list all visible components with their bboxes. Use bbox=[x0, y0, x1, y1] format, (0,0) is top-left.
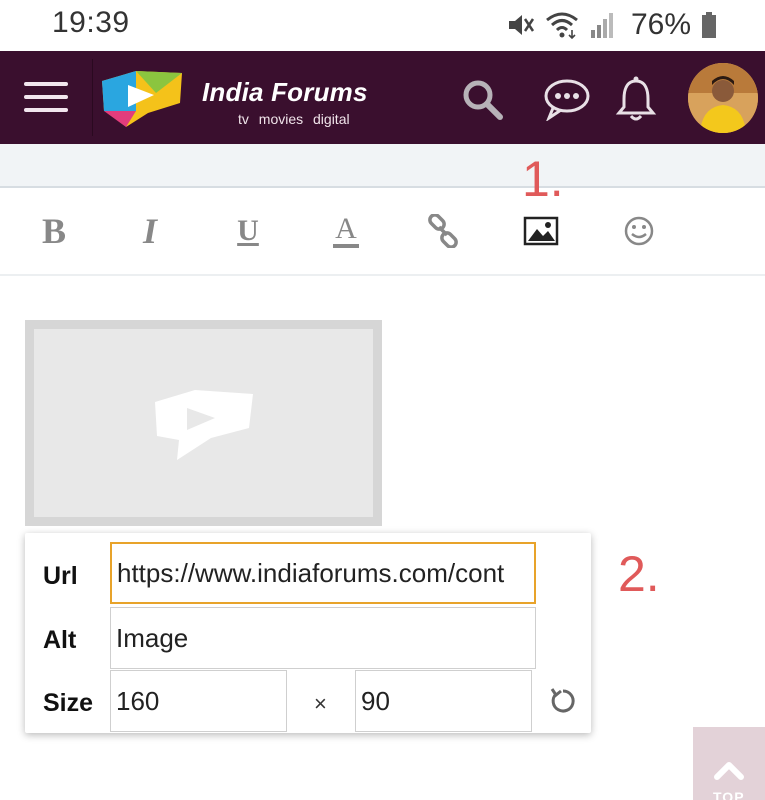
annotation-step-2: 2. bbox=[618, 546, 660, 602]
font-color-glyph: A bbox=[333, 214, 359, 248]
chat-icon[interactable] bbox=[543, 75, 591, 123]
chevron-up-icon bbox=[714, 762, 744, 780]
bell-icon[interactable] bbox=[612, 75, 660, 123]
signal-icon bbox=[589, 10, 615, 40]
link-button[interactable] bbox=[420, 208, 466, 254]
italic-button[interactable]: I bbox=[127, 208, 173, 254]
app-header: India Forums tv movies digital bbox=[0, 51, 765, 144]
height-input[interactable]: 90 bbox=[355, 670, 532, 732]
avatar[interactable] bbox=[688, 63, 758, 133]
inserted-image-placeholder[interactable] bbox=[25, 320, 382, 526]
link-icon bbox=[428, 214, 458, 248]
url-input[interactable]: https://www.indiaforums.com/cont bbox=[110, 542, 536, 604]
search-icon[interactable] bbox=[458, 75, 506, 123]
mute-icon bbox=[505, 10, 535, 40]
logo-placeholder-icon bbox=[154, 390, 253, 460]
image-placeholder-inner bbox=[34, 329, 373, 517]
wifi-icon bbox=[545, 10, 579, 40]
image-icon bbox=[523, 216, 559, 246]
menu-icon[interactable] bbox=[24, 75, 68, 119]
brand-title: India Forums bbox=[202, 77, 368, 107]
status-bar: 19:39 76% bbox=[0, 0, 765, 51]
size-times: × bbox=[314, 691, 327, 716]
image-button[interactable] bbox=[518, 208, 564, 254]
bold-button[interactable]: B bbox=[31, 208, 77, 254]
india-forums-logo[interactable] bbox=[96, 65, 186, 131]
scroll-top-label: TOP bbox=[713, 789, 745, 800]
url-label: Url bbox=[43, 562, 78, 590]
smiley-icon bbox=[624, 216, 654, 246]
underline-glyph: U bbox=[237, 214, 259, 247]
battery-icon bbox=[701, 10, 717, 40]
annotation-step-1: 1. bbox=[522, 151, 564, 207]
brand-tagline: tv movies digital bbox=[238, 111, 350, 127]
width-input[interactable]: 160 bbox=[110, 670, 287, 732]
editor-toolbar: B I U A bbox=[0, 188, 765, 276]
header-divider bbox=[92, 59, 93, 136]
scroll-to-top-button[interactable]: TOP bbox=[693, 727, 765, 800]
font-color-button[interactable]: A bbox=[323, 208, 369, 254]
alt-label: Alt bbox=[43, 626, 77, 654]
image-properties-popup: Url https://www.indiaforums.com/cont Alt… bbox=[25, 533, 591, 733]
reset-size-button[interactable] bbox=[547, 685, 579, 717]
editor-top-band bbox=[0, 144, 765, 188]
italic-glyph: I bbox=[142, 211, 157, 251]
emoji-button[interactable] bbox=[616, 208, 662, 254]
battery-percent: 76% bbox=[630, 8, 691, 41]
status-icons: 76% bbox=[505, 8, 717, 42]
underline-button[interactable]: U bbox=[225, 208, 271, 254]
bold-glyph: B bbox=[41, 211, 66, 251]
size-label: Size bbox=[43, 689, 94, 717]
reset-icon bbox=[550, 688, 575, 713]
status-time: 19:39 bbox=[52, 6, 130, 39]
alt-input[interactable]: Image bbox=[110, 607, 536, 669]
